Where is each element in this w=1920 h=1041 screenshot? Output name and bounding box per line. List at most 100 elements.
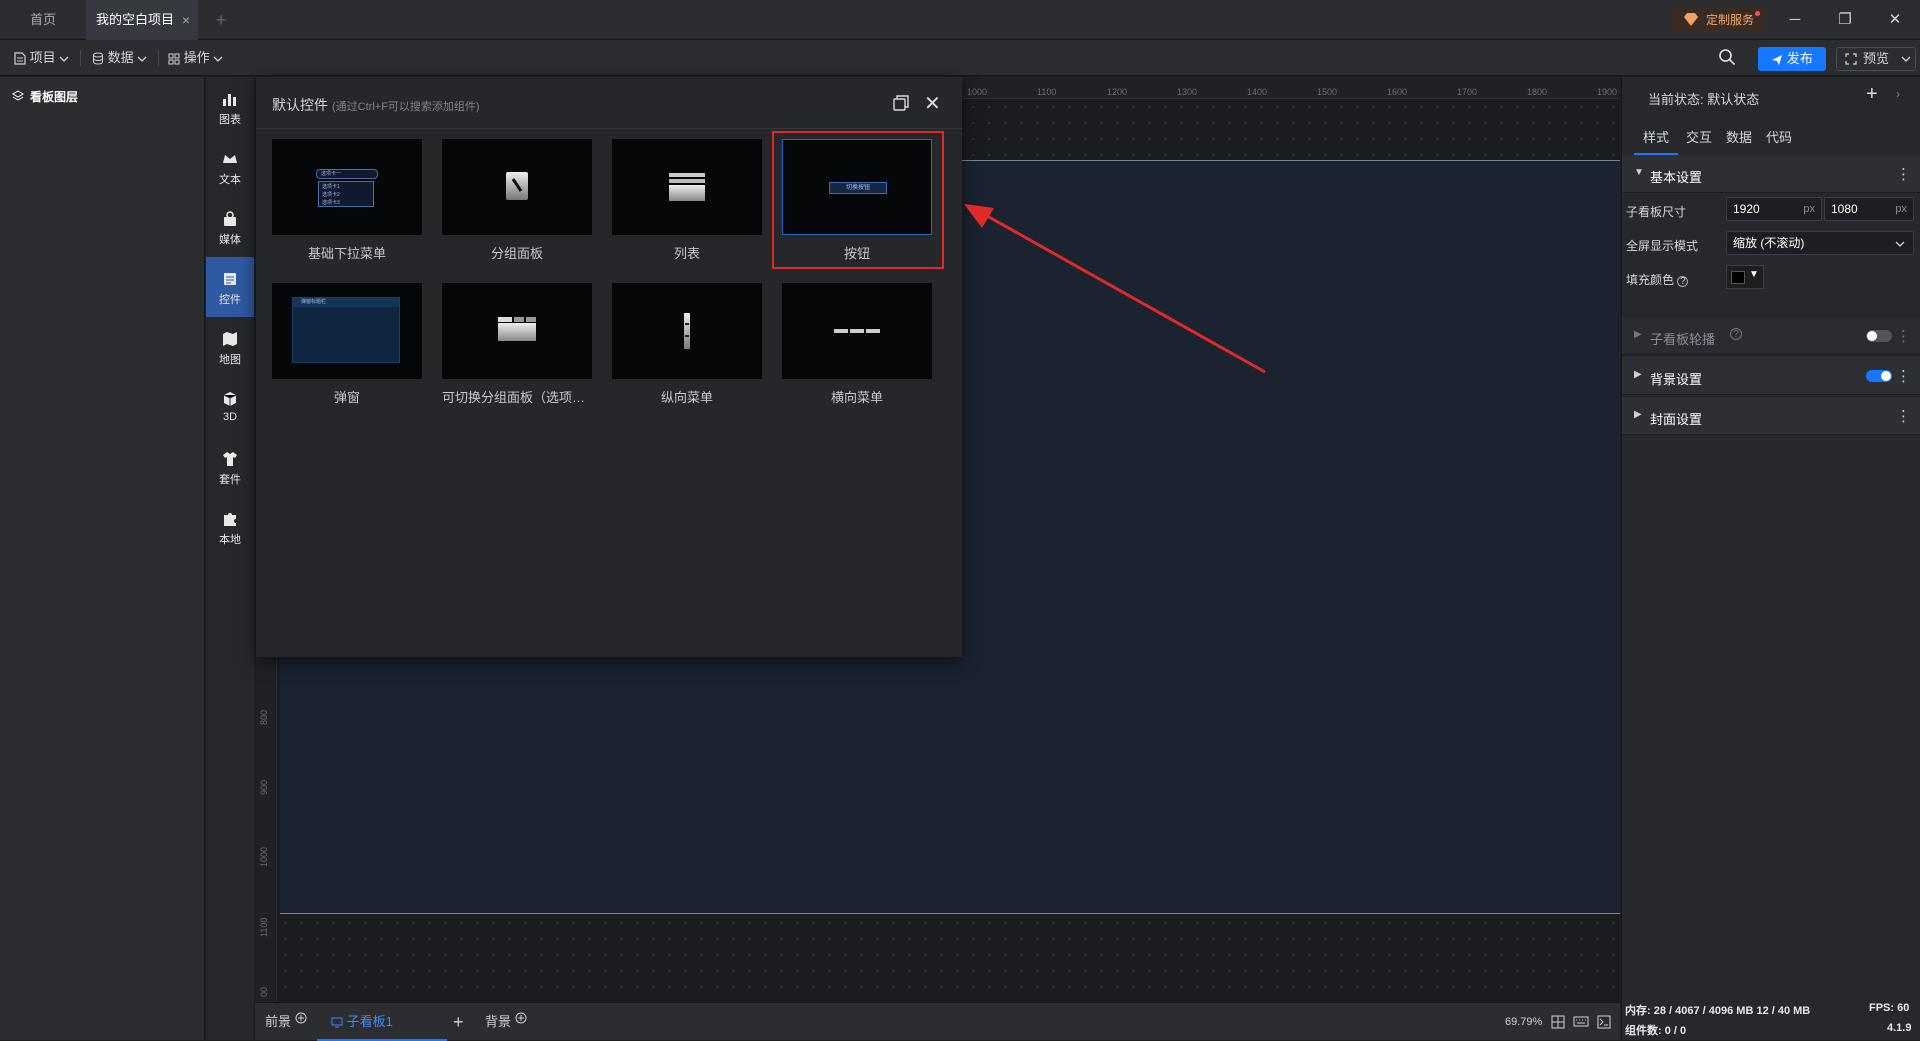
more-vertical-icon[interactable]: ⋮ [1896,407,1911,425]
rail-map[interactable]: 地图 [206,317,254,373]
maximize-button[interactable]: ❐ [1820,0,1870,40]
minimize-button[interactable]: ─ [1770,0,1820,40]
send-icon [1772,54,1783,65]
annotation-arrow [964,204,1266,374]
list-preview-row [669,179,705,183]
current-state-value: 默认状态 [1707,92,1760,107]
carousel-toggle[interactable] [1866,330,1892,342]
add-sub-board-button[interactable]: + [453,1003,464,1041]
fill-color-picker[interactable]: ▼ [1726,265,1764,289]
custom-service-button[interactable]: 定制服务 [1672,8,1766,32]
terminal-icon[interactable] [1597,1015,1611,1029]
close-window-button[interactable]: ✕ [1870,0,1920,40]
tab-data[interactable]: 数据 [1726,127,1752,155]
rail-media[interactable]: 媒体 [206,197,254,253]
monitor-icon [331,1017,343,1028]
zoom-level[interactable]: 69.79% [1505,1003,1542,1041]
vertical-menu-preview-sep [685,335,689,337]
project-menu[interactable]: 项目 [14,40,69,76]
help-icon[interactable]: ? [1677,276,1689,287]
search-icon[interactable] [1718,48,1736,66]
rail-suite[interactable]: 套件 [206,437,254,493]
fullscreen-mode-label: 全屏显示模式 [1626,239,1699,253]
current-state-label: 当前状态: [1648,92,1704,107]
section-cover[interactable]: ▶ 封面设置 ⋮ [1622,397,1920,435]
tab-interaction[interactable]: 交互 [1686,127,1712,155]
preview-button[interactable]: 预览 [1836,47,1916,71]
add-circle-icon[interactable] [295,1012,307,1024]
background-layer-tab[interactable]: 背景 [485,1003,527,1041]
data-menu[interactable]: 数据 [92,40,147,76]
tab-home[interactable]: 首页 [0,0,86,40]
rail-text[interactable]: 文本 [206,137,254,193]
more-vertical-icon[interactable]: ⋮ [1896,327,1911,345]
ruler-tick: 00 [259,986,269,997]
fullscreen-mode-select[interactable]: 缩放 (不滚动) [1726,231,1914,255]
ruler-tick: 1100 [259,917,269,937]
width-input[interactable]: 1920 px [1726,197,1822,221]
layers-title[interactable]: 看板图层 [6,84,204,110]
keyboard-icon[interactable] [1573,1016,1589,1027]
rail-chart[interactable]: 图表 [206,77,254,133]
tab-panel-preview-body [498,323,536,341]
add-state-button[interactable]: + [1866,83,1878,106]
widget-card-name: 列表 [673,246,700,261]
memory-status: 内存: 28 / 4067 / 4096 MB 12 / 40 MB [1625,1005,1811,1017]
publish-button[interactable]: 发布 [1758,47,1826,71]
height-input[interactable]: 1080 px [1824,197,1914,221]
operation-menu[interactable]: 操作 [168,40,223,76]
chevron-down-icon [1895,241,1905,247]
widget-card-horizontal-menu[interactable]: 横向菜单 [782,283,932,413]
widget-card-dropdown[interactable]: 选项卡一 选项卡1 选项卡2 选项卡3 基础下拉菜单 [272,139,422,269]
rail-widget[interactable]: 控件 [206,257,254,317]
section-title: 子看板轮播 [1650,332,1716,347]
current-state[interactable]: 当前状态: 默认状态 [1648,89,1759,108]
rail-text-label: 文本 [219,174,241,186]
sub-board-tab[interactable]: 子看板1 [317,1003,447,1041]
rail-3d[interactable]: 3D [206,377,254,433]
widget-card-name: 基础下拉菜单 [307,246,386,261]
rail-widget-label: 控件 [219,294,241,306]
caret-down-icon: ▼ [1749,269,1759,280]
widget-card-list[interactable]: 列表 [612,139,762,269]
status-bar: 内存: 28 / 4067 / 4096 MB 12 / 40 MB FPS: … [1621,1000,1920,1040]
front-layer-tab[interactable]: 前景 [265,1003,307,1041]
publish-label: 发布 [1786,51,1813,66]
rail-chart-label: 图表 [219,114,241,126]
tab-style[interactable]: 样式 [1634,127,1678,155]
more-vertical-icon[interactable]: ⋮ [1896,165,1911,183]
add-circle-icon[interactable] [515,1012,527,1024]
tab-code[interactable]: 代码 [1766,127,1792,155]
rail-3d-label: 3D [222,411,238,423]
section-carousel[interactable]: ▶ 子看板轮播 ? ⋮ [1622,317,1920,355]
preview-label: 预览 [1863,51,1890,66]
help-icon[interactable]: ? [1730,328,1742,340]
layers-icon [12,90,24,101]
chevron-right-icon[interactable]: › [1896,87,1900,101]
more-vertical-icon[interactable]: ⋮ [1896,367,1911,385]
rail-local[interactable]: 本地 [206,497,254,553]
tab-close-icon[interactable]: × [182,0,190,40]
toolbar-divider [158,50,159,66]
sub-board-label: 子看板1 [346,1014,393,1029]
widget-card-popup[interactable]: 弹窗标题栏 弹窗 [272,283,422,413]
widget-card-tab-panel[interactable]: 可切换分组面板（选项卡... [442,283,592,413]
new-tab-button[interactable]: + [206,0,236,40]
fit-screen-icon[interactable] [1551,1015,1565,1029]
widget-card-group-panel[interactable]: 分组面板 [442,139,592,269]
chevron-down-icon[interactable] [1901,55,1911,63]
list-preview-row [669,185,705,201]
tab-project-label: 我的空白项目 [96,12,175,27]
background-toggle[interactable] [1866,370,1892,382]
shirt-icon [223,452,237,466]
section-background[interactable]: ▶ 背景设置 ⋮ [1622,357,1920,395]
ruler-tick: 1200 [1107,87,1128,97]
tab-project[interactable]: 我的空白项目 × [86,0,198,40]
rail-map-label: 地图 [219,354,241,366]
widget-card-vertical-menu[interactable]: 纵向菜单 [612,283,762,413]
section-basic-settings[interactable]: ▼ 基本设置 ⋮ [1622,155,1920,193]
restore-window-icon[interactable] [892,94,910,112]
widget-panel: 默认控件 (通过Ctrl+F可以搜索添加组件) ✕ 选项卡一 选项卡1 选项卡2… [256,77,962,657]
close-icon[interactable]: ✕ [924,91,941,116]
custom-service-label: 定制服务 [1706,13,1755,27]
